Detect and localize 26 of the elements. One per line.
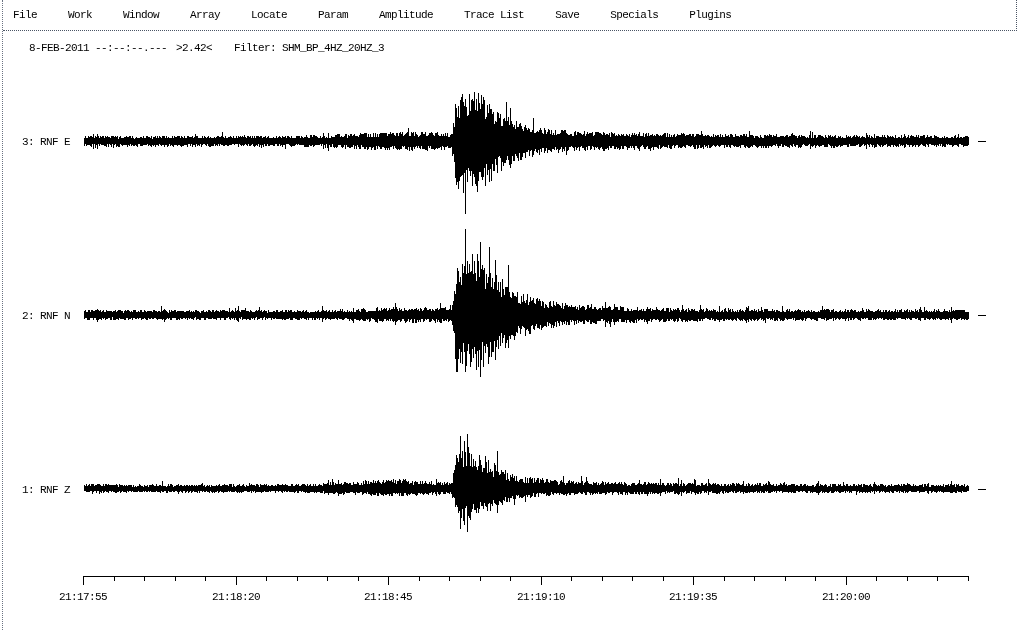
axis-label: 21:19:35 [669, 591, 717, 603]
dash-icon [978, 314, 986, 316]
dash-icon [978, 488, 986, 490]
menu-item[interactable]: Param [318, 9, 349, 21]
filter-text: Filter: SHM_BP_4HZ_20HZ_3 [234, 42, 385, 54]
trace-label: 1: RNF Z [22, 484, 70, 496]
menu-item[interactable]: Array [190, 9, 221, 21]
axis-label: 21:17:55 [59, 591, 107, 603]
menu-item[interactable]: Plugins [689, 9, 732, 21]
dash-icon [978, 140, 986, 142]
menu-item[interactable]: Specials [610, 9, 659, 21]
menu-item[interactable]: Trace List [464, 9, 525, 21]
axis-label: 21:18:45 [364, 591, 412, 603]
axis-label: 21:18:20 [212, 591, 260, 603]
menu-item[interactable]: Locate [251, 9, 288, 21]
axis-label: 21:19:10 [517, 591, 565, 603]
menu-item[interactable]: File [13, 9, 37, 21]
menu-item[interactable]: Amplitude [379, 9, 434, 21]
axis-label: 21:20:00 [822, 591, 870, 603]
menu-item[interactable]: Work [68, 9, 93, 21]
menu-item[interactable]: Window [123, 9, 160, 21]
date-time-text: 8-FEB-2011 --:--:--.--- [29, 42, 168, 54]
trace-label: 3: RNF E [22, 136, 70, 148]
menu-item[interactable]: Save [555, 9, 580, 21]
scale-text: >2.42< [176, 42, 213, 54]
trace-label: 2: RNF N [22, 310, 70, 322]
